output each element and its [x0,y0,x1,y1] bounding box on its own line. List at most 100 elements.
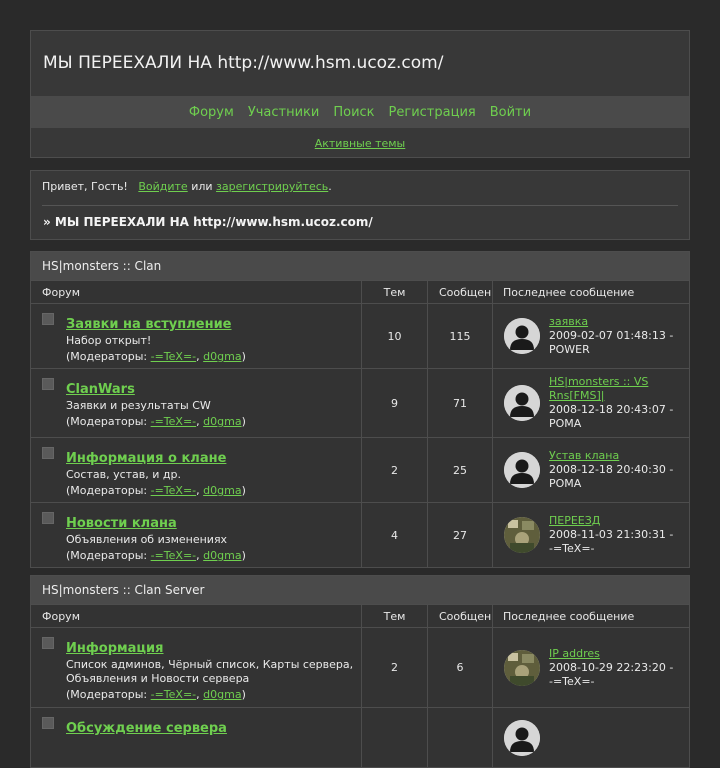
mods-close: ) [241,350,246,363]
forum-name-link[interactable]: Заявки на вступление [66,317,232,332]
mods-sep: , [196,484,200,497]
forum-description: Объявления об изменениях [66,533,228,546]
topics-count: 4 [362,503,428,567]
last-post-cell [493,708,689,767]
category-title[interactable]: HS|monsters :: Clan [31,252,689,280]
column-headers: Форум Тем Сообщений Последнее сообщение [31,604,689,627]
moderator-link[interactable]: d0gma [203,350,241,363]
default-avatar-icon [504,719,540,756]
forum-cell: Обсуждение сервера [31,708,362,767]
last-post-link[interactable]: IP addres [549,647,600,660]
forum-cell: Информация о клане Состав, устав, и др. … [31,438,362,502]
moderators: (Модераторы: -=TeX=-, d0gma) [66,415,361,428]
forum-row: Информация о клане Состав, устав, и др. … [31,437,689,502]
mods-label: (Модераторы: [66,549,148,562]
col-topics: Тем [362,281,428,303]
login-link[interactable]: Войдите [138,180,187,193]
posts-count: 27 [428,503,493,567]
forum-name-link[interactable]: Информация [66,641,164,656]
moderator-link[interactable]: d0gma [203,549,241,562]
mods-close: ) [241,688,246,701]
last-post-user: POMA [549,417,582,430]
col-posts: Сообщений [428,281,493,303]
forum-status-icon [42,378,54,390]
photo-avatar-icon [504,649,540,686]
nav-register[interactable]: Регистрация [382,105,483,120]
moderator-link[interactable]: -=TeX=- [151,484,197,497]
last-post-info: ПЕРЕЕЗД 2008-11-03 21:30:31 - -=TeX=- [549,514,673,556]
moderator-link[interactable]: d0gma [203,688,241,701]
moderator-link[interactable]: d0gma [203,484,241,497]
moderator-link[interactable]: -=TeX=- [151,350,197,363]
forum-row: ClanWars Заявки и результаты CW (Модерат… [31,368,689,437]
forum-description: Набор открыт! [66,334,152,347]
last-post-cell: IP addres 2008-10-29 22:23:20 - -=TeX=- [493,628,689,707]
category-title[interactable]: HS|monsters :: Clan Server [31,576,689,604]
site-header: МЫ ПЕРЕЕХАЛИ НА http://www.hsm.ucoz.com/… [30,30,690,158]
col-last-post: Последнее сообщение [503,285,635,299]
last-post-date: 2008-11-03 21:30:31 - [549,528,674,541]
forum-category: HS|monsters :: Clan Форум Тем Сообщений … [30,251,690,568]
or-text: или [191,180,213,193]
last-post-date: 2009-02-07 01:48:13 - [549,329,674,342]
mods-label: (Модераторы: [66,415,148,428]
posts-count: 115 [428,304,493,368]
last-post-cell: HS|monsters :: VS Rns[FMS]| 2008-12-18 2… [493,369,689,437]
nav-forum[interactable]: Форум [182,105,241,120]
col-last-post: Последнее сообщение [503,609,635,623]
last-post-link[interactable]: заявка [549,315,588,328]
posts-count: 71 [428,369,493,437]
greeting-text: Привет, Гость! [42,180,128,193]
moderators: (Модераторы: -=TeX=-, d0gma) [66,688,361,701]
moderator-link[interactable]: -=TeX=- [151,415,197,428]
nav-active-topics[interactable]: Активные темы [315,137,406,150]
last-post-info: IP addres 2008-10-29 22:23:20 - -=TeX=- [549,647,673,689]
moderator-link[interactable]: d0gma [203,415,241,428]
moderators: (Модераторы: -=TeX=-, d0gma) [66,484,361,497]
mods-sep: , [196,549,200,562]
last-post-link[interactable]: ПЕРЕЕЗД [549,514,600,527]
last-post-user: POMA [549,477,582,490]
forum-cell: ClanWars Заявки и результаты CW (Модерат… [31,369,362,437]
forum-description: Заявки и результаты CW [66,399,211,412]
mods-label: (Модераторы: [66,688,148,701]
topics-count: 9 [362,369,428,437]
breadcrumb: » МЫ ПЕРЕЕХАЛИ НА http://www.hsm.ucoz.co… [43,215,373,229]
posts-count: 25 [428,438,493,502]
last-post-link[interactable]: Устав клана [549,449,619,462]
last-post-date: 2008-12-18 20:43:07 - [549,403,674,416]
last-post-user: -=TeX=- [549,674,595,688]
nav-login[interactable]: Войти [483,105,538,120]
main-nav: Форум Участники Поиск Регистрация Войти [31,96,689,128]
posts-count: 6 [428,628,493,707]
guest-greeting: Привет, Гость! Войдите или зарегистрируй… [42,180,332,193]
forum-status-icon [42,447,54,459]
last-post-link[interactable]: HS|monsters :: VS Rns[FMS]| [549,375,648,402]
last-post-date: 2008-10-29 22:23:20 - [549,660,674,674]
mods-close: ) [241,415,246,428]
forum-name-link[interactable]: ClanWars [66,382,135,397]
moderator-link[interactable]: -=TeX=- [151,549,197,562]
mods-label: (Модераторы: [66,350,148,363]
forum-description: Список админов, Чёрный список, Карты сер… [66,658,354,685]
mods-label: (Модераторы: [66,484,148,497]
nav-members[interactable]: Участники [241,105,327,120]
last-post-info: заявка 2009-02-07 01:48:13 - POWER [549,315,673,357]
mods-close: ) [241,484,246,497]
forum-name-link[interactable]: Информация о клане [66,451,226,466]
last-post-info: Устав клана 2008-12-18 20:40:30 - POMA [549,449,673,491]
topics-count [362,708,428,767]
nav-search[interactable]: Поиск [326,105,381,120]
forum-category: HS|monsters :: Clan Server Форум Тем Соо… [30,575,690,768]
forum-name-link[interactable]: Новости клана [66,516,177,531]
forum-status-icon [42,512,54,524]
register-link[interactable]: зарегистрируйтесь [216,180,328,193]
forum-cell: Новости клана Объявления об изменениях (… [31,503,362,567]
greeting-dot: . [328,180,332,193]
moderator-link[interactable]: -=TeX=- [151,688,197,701]
col-forum: Форум [31,605,362,627]
forum-description: Состав, устав, и др. [66,468,181,481]
forum-name-link[interactable]: Обсуждение сервера [66,721,227,736]
forum-row: Информация Список админов, Чёрный список… [31,627,689,707]
photo-avatar-icon [504,517,540,553]
